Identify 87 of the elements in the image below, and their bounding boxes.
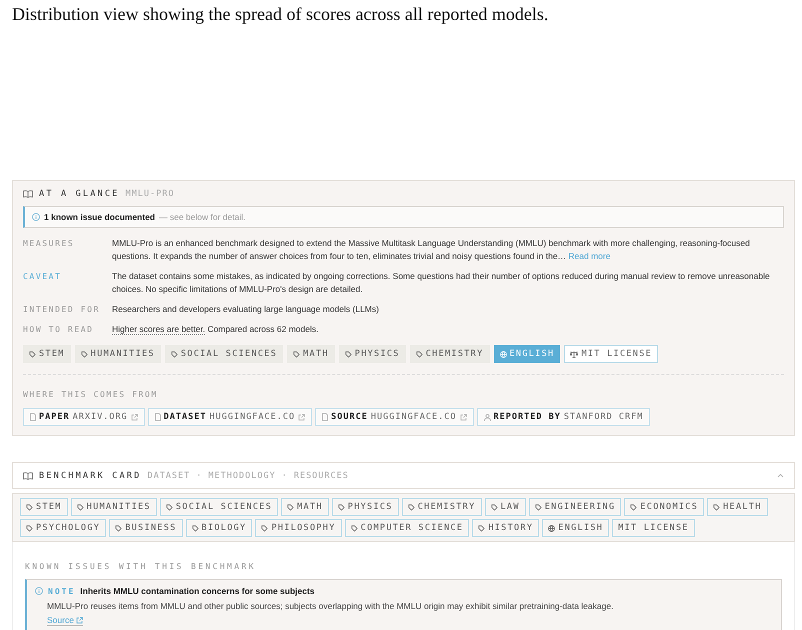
tag-icon bbox=[76, 504, 84, 510]
external-link-icon bbox=[298, 414, 306, 420]
tag-icon bbox=[713, 504, 720, 510]
tag-icon bbox=[478, 524, 486, 532]
tag-icon bbox=[26, 524, 33, 532]
source-chip[interactable]: SOURCE HUGGINGFACE.CO bbox=[315, 408, 474, 426]
source-chip[interactable]: PAPER ARXIV.ORG bbox=[23, 408, 145, 426]
tag-chip[interactable]: MATH bbox=[287, 345, 335, 363]
book-icon bbox=[23, 472, 33, 480]
globe-icon bbox=[548, 524, 556, 532]
info-icon bbox=[35, 587, 43, 595]
tag-chip[interactable]: PHYSICS bbox=[332, 498, 399, 516]
tag-icon bbox=[26, 504, 33, 510]
source-chip[interactable]: REPORTED BY STANFORD CRFM bbox=[476, 408, 650, 426]
separator-dot: · bbox=[196, 470, 202, 480]
tag-chip[interactable]: PHYSICS bbox=[338, 345, 406, 363]
external-link-icon bbox=[460, 414, 467, 420]
tag-chip[interactable]: ENGINEERING bbox=[528, 498, 622, 516]
globe-icon bbox=[500, 350, 506, 358]
tag-icon bbox=[29, 350, 36, 358]
scale-icon bbox=[570, 350, 578, 358]
tag-chip[interactable]: MIT LICENSE bbox=[564, 345, 658, 363]
tag-chip[interactable]: LAW bbox=[484, 498, 526, 516]
tag-chip[interactable]: STEM bbox=[23, 345, 71, 363]
fact-text: Researchers and developers evaluating large language models (LLMs) bbox=[112, 304, 379, 314]
tag-chip[interactable]: HEALTH bbox=[707, 498, 768, 516]
tag-icon bbox=[170, 350, 178, 358]
tag-chip[interactable]: SOCIAL SCIENCES bbox=[164, 345, 284, 363]
tag-chip[interactable]: SOCIAL SCIENCES bbox=[160, 498, 278, 516]
fact-label: CAVEAT bbox=[23, 271, 62, 283]
panel-subtitle: MMLU-PRO bbox=[126, 189, 174, 199]
caret-icon[interactable] bbox=[777, 472, 784, 478]
source-chip[interactable]: DATASET HUGGINGFACE.CO bbox=[148, 408, 312, 426]
tag-chip[interactable]: HISTORY bbox=[472, 519, 540, 537]
tag-chip[interactable]: HUMANITIES bbox=[70, 498, 157, 516]
tag-icon bbox=[293, 350, 300, 358]
tag-icon bbox=[115, 524, 122, 532]
tag-icon bbox=[261, 524, 268, 532]
info-icon bbox=[32, 213, 40, 221]
document-icon bbox=[30, 413, 36, 421]
fact-text: MMLU-Pro is an enhanced benchmark designed to extend the Massive Multitask Language Understanding (MMLU) benchmark with more challenging, reasoning-focused questions. It expands the number of answer choices from four to ten, eliminates trivial and noisy questions found in the… Read more bbox=[112, 238, 750, 261]
tag-icon bbox=[80, 350, 88, 358]
tag-chip[interactable]: ENGLISH bbox=[542, 519, 610, 537]
tag-chip[interactable]: BIOLOGY bbox=[186, 519, 252, 537]
panel-title: AT A GLANCE bbox=[39, 189, 120, 199]
tag-icon bbox=[416, 350, 423, 358]
fact-text: Higher scores are better. Compared across 62 models. bbox=[112, 324, 318, 335]
tag-icon bbox=[630, 504, 638, 510]
fact-label: INTENDED FOR bbox=[23, 304, 101, 316]
person-icon bbox=[484, 414, 491, 420]
panel-title: BENCHMARK CARD bbox=[39, 470, 142, 480]
tag-icon bbox=[338, 504, 345, 510]
tag-chip[interactable]: CHEMISTRY bbox=[410, 345, 490, 363]
tag-icon bbox=[534, 504, 542, 510]
issue-banner: 1 known issue documented — see below for detail. bbox=[23, 206, 784, 228]
tag-icon bbox=[192, 524, 199, 532]
section-label: WHERE THIS COMES FROM bbox=[23, 390, 158, 399]
tag-chip[interactable]: STEM bbox=[20, 498, 68, 516]
note-label: NOTE bbox=[48, 586, 76, 596]
tag-chip[interactable]: MATH bbox=[281, 498, 329, 516]
separator-dot: · bbox=[282, 470, 288, 480]
note-text: MMLU-Pro reuses items from MMLU and other public sources; subjects overlapping with the MMLU origin may exhibit similar pretraining-data leakage. bbox=[47, 601, 614, 611]
tag-icon bbox=[287, 504, 294, 510]
tag-icon bbox=[344, 350, 352, 358]
book-icon bbox=[23, 190, 33, 198]
document-icon bbox=[322, 413, 328, 421]
tag-chip[interactable]: MIT LICENSE bbox=[612, 519, 695, 537]
note-title: Inherits MMLU contamination concerns for some subjects bbox=[80, 586, 315, 596]
fact-text: The dataset contains some mistakes, as indicated by ongoing corrections. Some questions had their number of options reduced during manual review to remove unreasonable choices. No specific limitations of MMLU-Pro's design are detailed. bbox=[112, 271, 770, 294]
tag-icon bbox=[166, 504, 173, 510]
tag-icon bbox=[350, 524, 358, 532]
tag-icon bbox=[408, 504, 415, 510]
fact-label: HOW TO READ bbox=[23, 324, 95, 336]
section-label: KNOWN ISSUES WITH THIS BENCHMARK bbox=[25, 562, 256, 571]
external-link-icon bbox=[130, 414, 138, 420]
tag-chip[interactable]: CHEMISTRY bbox=[402, 498, 482, 516]
document-icon bbox=[154, 413, 161, 421]
tag-chip[interactable]: BUSINESS bbox=[109, 519, 183, 537]
tag-chip[interactable]: PHILOSOPHY bbox=[255, 519, 342, 537]
figure-caption: Distribution view showing the spread of scores across all reported models. bbox=[12, 4, 548, 25]
tag-chip[interactable]: PSYCHOLOGY bbox=[20, 519, 106, 537]
tag-icon bbox=[490, 504, 498, 510]
tag-chip[interactable]: COMPUTER SCIENCE bbox=[344, 519, 470, 537]
external-link-icon bbox=[76, 616, 83, 624]
tag-chip[interactable]: ECONOMICS bbox=[624, 498, 704, 516]
fact-label: MEASURES bbox=[23, 238, 76, 250]
tag-chip[interactable]: HUMANITIES bbox=[74, 345, 161, 363]
